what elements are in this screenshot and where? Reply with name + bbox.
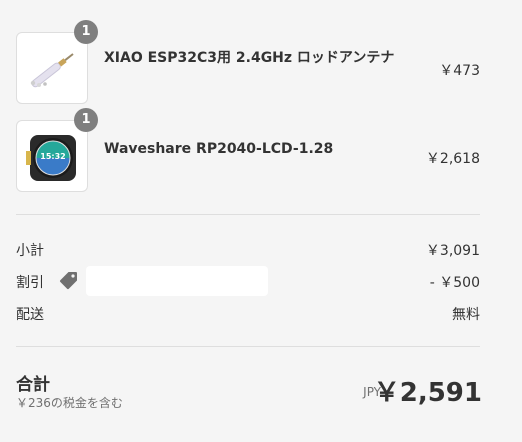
item-price: ￥2,618 <box>425 151 480 167</box>
shipping-value: 無料 <box>452 307 480 323</box>
item-name: Waveshare RP2040-LCD-1.28 <box>104 141 334 157</box>
subtotal-label: 小計 <box>16 243 44 259</box>
subtotal-value: ￥3,091 <box>425 243 480 259</box>
rod-antenna-icon <box>30 53 74 88</box>
total-label: 合計 <box>16 375 50 395</box>
total-amount: ￥2,591 <box>373 378 482 408</box>
divider <box>16 214 480 215</box>
tax-note: ￥236の税金を含む <box>16 396 123 410</box>
discount-value: - ￥500 <box>429 275 480 291</box>
item-price: ￥473 <box>439 63 480 79</box>
shipping-label: 配送 <box>16 307 44 323</box>
discount-label: 割引 <box>16 275 44 291</box>
divider <box>16 346 480 347</box>
line-item: 15:32 1 Waveshare RP2040-LCD-1.28 ￥2,618 <box>16 108 482 192</box>
item-name: XIAO ESP32C3用 2.4GHz ロッドアンテナ <box>104 50 395 66</box>
line-item: 1 XIAO ESP32C3用 2.4GHz ロッドアンテナ ￥473 <box>16 20 482 104</box>
tag-icon <box>59 270 79 294</box>
product-thumbnail: 15:32 <box>16 120 88 192</box>
quantity-badge: 1 <box>74 108 98 132</box>
lcd-time: 15:32 <box>40 152 65 161</box>
discount-code-field[interactable] <box>86 266 268 296</box>
product-thumbnail <box>16 32 88 104</box>
round-lcd-icon: 15:32 <box>26 135 76 181</box>
quantity-badge: 1 <box>74 20 98 44</box>
